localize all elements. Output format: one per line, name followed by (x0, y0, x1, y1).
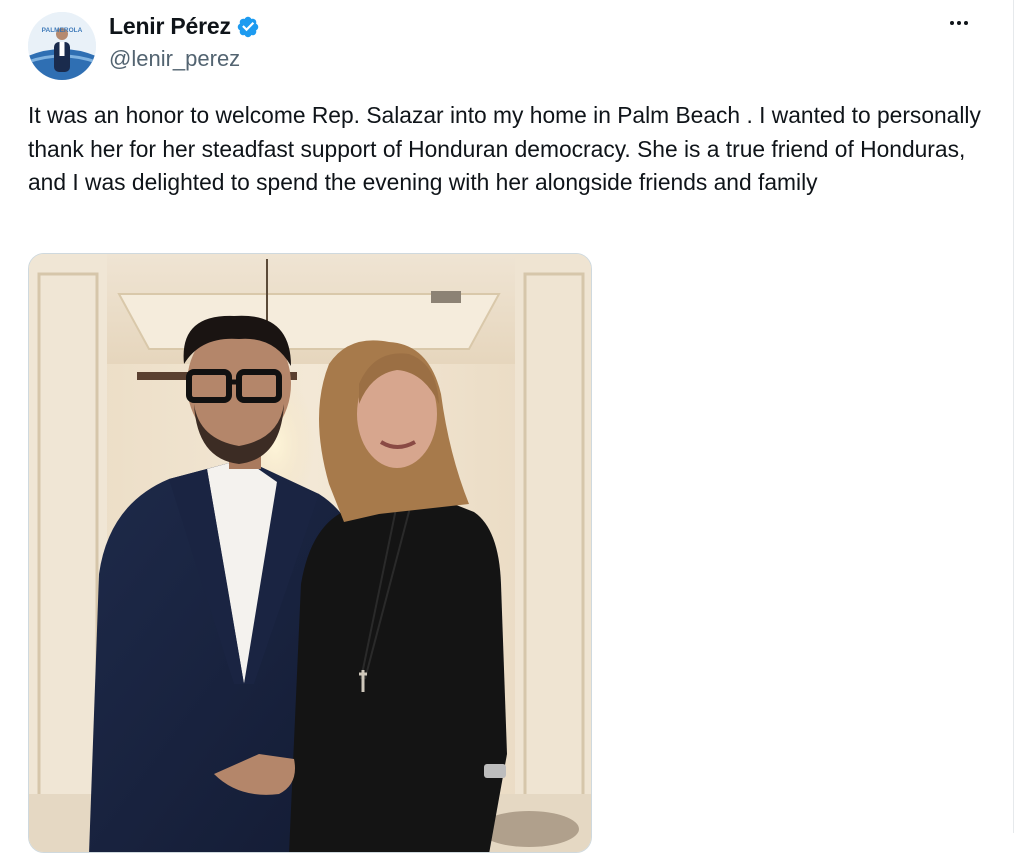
avatar-image: PALMEROLA (28, 12, 96, 80)
verified-badge-icon (237, 16, 259, 37)
handle[interactable]: @lenir_perez (109, 46, 240, 72)
tweet[interactable]: PALMEROLA Lenir Pérez @lenir_perez It wa… (0, 0, 1014, 853)
photo-image (29, 254, 591, 852)
author-row: Lenir Pérez (109, 13, 260, 40)
avatar-label: PALMEROLA (42, 27, 83, 34)
more-options-icon[interactable] (944, 10, 974, 36)
tweet-text: It was an honor to welcome Rep. Salazar … (28, 102, 981, 195)
avatar[interactable]: PALMEROLA (28, 12, 96, 80)
tweet-photo[interactable] (28, 253, 592, 853)
display-name[interactable]: Lenir Pérez (109, 13, 231, 40)
